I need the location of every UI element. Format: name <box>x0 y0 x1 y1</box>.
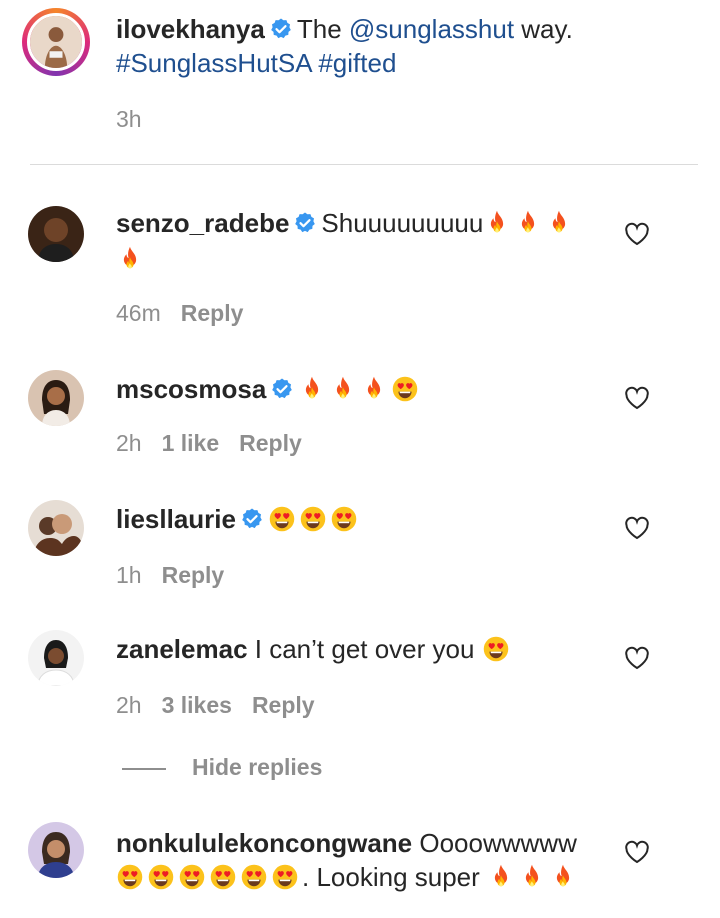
heart-eyes-emoji <box>299 505 327 533</box>
comment-username[interactable]: zanelemac <box>116 634 248 664</box>
reply-button[interactable]: Reply <box>162 562 225 588</box>
comment-username[interactable]: senzo_radebe <box>116 208 289 238</box>
comment-username[interactable]: mscosmosa <box>116 374 266 404</box>
like-heart-icon[interactable] <box>624 646 650 670</box>
fire-emoji <box>483 209 511 237</box>
heart-eyes-emoji <box>209 863 237 891</box>
like-heart-icon[interactable] <box>624 386 650 410</box>
avatar[interactable] <box>28 500 84 556</box>
divider <box>30 164 698 165</box>
fire-emoji <box>329 375 357 403</box>
caption-hashtags[interactable]: #SunglassHutSA #gifted <box>116 46 396 80</box>
reply-button[interactable]: Reply <box>252 692 315 718</box>
reply-button[interactable]: Reply <box>181 300 244 326</box>
comment-line: nonkululekoncongwane Oooowwwww <box>116 826 577 860</box>
verified-badge-icon <box>269 17 293 41</box>
comment-line-2: . Looking super <box>116 860 580 894</box>
caption-text-post: way. <box>514 14 573 44</box>
timestamp: 3h <box>116 106 142 132</box>
mention-link[interactable]: @sunglasshut <box>349 14 514 44</box>
verified-badge-icon <box>240 507 264 531</box>
fire-emoji <box>545 209 573 237</box>
heart-eyes-emoji <box>330 505 358 533</box>
comment-text: I can’t get over you <box>254 634 475 664</box>
like-heart-icon[interactable] <box>624 222 650 246</box>
verified-badge-icon <box>270 377 294 401</box>
heart-eyes-emoji <box>482 635 510 663</box>
fire-emoji <box>549 863 577 891</box>
fire-emoji <box>487 863 515 891</box>
fire-emoji <box>518 863 546 891</box>
timestamp: 46m <box>116 300 161 326</box>
comment-username[interactable]: liesllaurie <box>116 504 236 534</box>
reply-button[interactable]: Reply <box>239 430 302 456</box>
comment-line: zanelemac I can’t get over you <box>116 632 513 666</box>
hide-replies-label: Hide replies <box>192 754 323 780</box>
comment-line: mscosmosa <box>116 372 422 406</box>
comment-text-2: . Looking super <box>302 862 480 892</box>
timestamp: 2h <box>116 430 142 456</box>
comment-meta: 46m Reply <box>116 300 263 327</box>
hide-replies-button[interactable]: Hide replies <box>122 754 322 781</box>
timestamp: 1h <box>116 562 142 588</box>
comment-text: Shuuuuuuuuu <box>321 208 484 238</box>
like-heart-icon[interactable] <box>624 516 650 540</box>
heart-eyes-emoji <box>391 375 419 403</box>
comment-line: liesllaurie <box>116 502 361 536</box>
likes-count[interactable]: 1 like <box>162 430 220 456</box>
verified-badge-icon <box>293 211 317 235</box>
caption-meta: 3h <box>116 106 162 133</box>
fire-emoji <box>360 375 388 403</box>
comment-line: senzo_radebe Shuuuuuuuuu <box>116 206 576 240</box>
caption-text: The <box>296 14 349 44</box>
comment-line-2 <box>116 242 147 276</box>
comment-username[interactable]: nonkululekoncongwane <box>116 828 412 858</box>
caption-username[interactable]: ilovekhanya <box>116 14 265 44</box>
heart-eyes-emoji <box>268 505 296 533</box>
comment-meta: 1h Reply <box>116 562 244 589</box>
divider-dash <box>122 767 166 770</box>
caption-line-1: ilovekhanya The @sunglasshut way. <box>116 12 573 46</box>
fire-emoji <box>514 209 542 237</box>
avatar[interactable] <box>28 822 84 878</box>
avatar[interactable] <box>28 370 84 426</box>
avatar[interactable] <box>28 630 84 686</box>
likes-count[interactable]: 3 likes <box>162 692 232 718</box>
comment-text: Oooowwwww <box>419 828 577 858</box>
heart-eyes-emoji <box>116 863 144 891</box>
fire-emoji <box>298 375 326 403</box>
heart-eyes-emoji <box>271 863 299 891</box>
avatar[interactable] <box>28 206 84 262</box>
avatar[interactable] <box>22 8 90 76</box>
heart-eyes-emoji <box>147 863 175 891</box>
heart-eyes-emoji <box>240 863 268 891</box>
heart-eyes-emoji <box>178 863 206 891</box>
like-heart-icon[interactable] <box>624 840 650 864</box>
timestamp: 2h <box>116 692 142 718</box>
comment-meta: 2h 1 like Reply <box>116 430 322 457</box>
comment-meta: 2h 3 likes Reply <box>116 692 335 719</box>
fire-emoji <box>116 245 144 273</box>
